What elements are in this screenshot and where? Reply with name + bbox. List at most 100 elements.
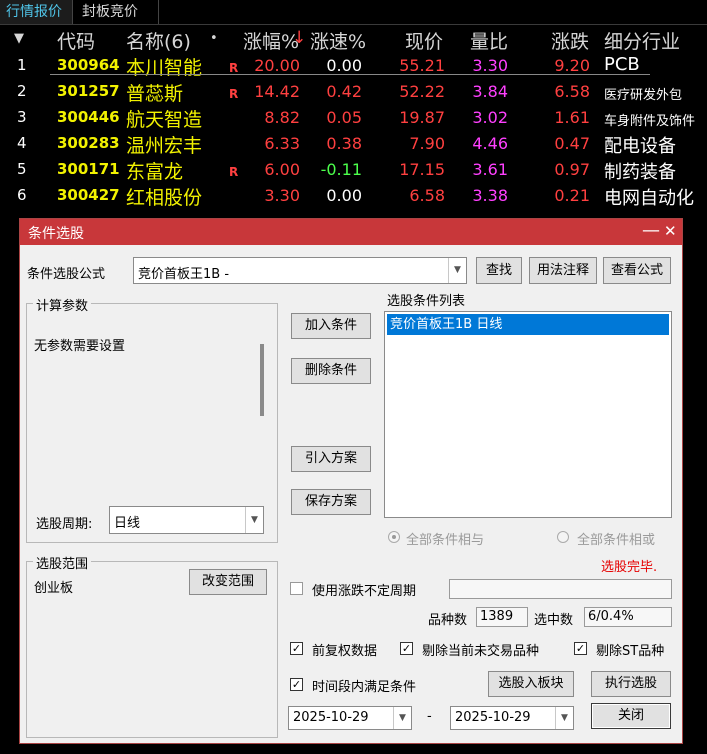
params-scrollbar[interactable]: [260, 344, 264, 416]
add-condition-button[interactable]: 加入条件: [291, 313, 371, 339]
dialog-title: 条件选股: [28, 226, 84, 242]
cell-price: 17.15: [399, 160, 445, 179]
cell-pct: 14.42: [254, 82, 300, 101]
header-volume-ratio[interactable]: 量比: [470, 27, 508, 54]
cell-ratio: 3.02: [472, 108, 508, 127]
header-dot: •: [210, 31, 218, 46]
quote-grid-header: ▼ 代码 名称(6) • 涨幅% ↓ 涨速% 现价 量比 涨跌 细分行业: [0, 25, 707, 53]
condition-list-item[interactable]: 竞价首板王1B 日线: [387, 314, 669, 335]
change-range-button[interactable]: 改变范围: [189, 569, 267, 595]
period-value: 日线: [114, 516, 141, 531]
exclude-untraded-label: 剔除当前未交易品种: [422, 644, 540, 659]
stock-name: 航天智造: [126, 109, 203, 131]
cell-speed: 0.05: [326, 108, 362, 127]
period-label: 选股周期:: [36, 517, 93, 532]
radio-all-and-label: 全部条件相与: [406, 533, 485, 548]
adjust-checkbox[interactable]: ✓: [290, 642, 303, 655]
industry-label: 医疗研发外包: [604, 88, 683, 103]
industry-label: 电网自动化: [604, 188, 694, 209]
row-index: 6: [17, 186, 27, 204]
sort-desc-icon: ↓: [292, 28, 307, 48]
table-row[interactable]: 2 301257 普蕊斯 R 14.42 0.42 52.22 3.84 6.58 医疗研发外包: [0, 79, 707, 105]
cell-price: 6.58: [409, 186, 445, 205]
period-dropdown-icon[interactable]: ▼: [245, 507, 263, 533]
row-index: 2: [17, 82, 27, 100]
cell-price: 7.90: [409, 134, 445, 153]
table-row[interactable]: 1 300964 本川智能 R 20.00 0.00 55.21 3.30 9.20 PCB: [0, 53, 707, 79]
cell-ratio: 3.38: [472, 186, 508, 205]
margin-flag-badge: R: [229, 61, 239, 75]
selected-row-underline: [50, 74, 650, 75]
close-icon[interactable]: ✕: [664, 222, 677, 240]
header-name[interactable]: 名称(6): [126, 27, 191, 54]
delete-condition-button[interactable]: 删除条件: [291, 358, 371, 384]
cell-speed: 0.00: [326, 56, 362, 75]
table-row[interactable]: 3 300446 航天智造 8.82 0.05 19.87 3.02 1.61 车身附件及饰件: [0, 105, 707, 131]
cell-change: 6.58: [554, 82, 590, 101]
stock-name: 普蕊斯: [126, 83, 184, 105]
cell-pct: 8.82: [264, 108, 300, 127]
stock-name: 红相股份: [126, 187, 203, 209]
header-speed[interactable]: 涨速%: [310, 27, 366, 54]
cell-pct: 6.00: [264, 160, 300, 179]
table-row[interactable]: 5 300171 东富龙 R 6.00 -0.11 17.15 3.61 0.97 制药装备: [0, 157, 707, 183]
header-code[interactable]: 代码: [57, 27, 95, 54]
tab-quotes[interactable]: 行情报价: [0, 0, 73, 24]
stock-name: 东富龙: [126, 161, 184, 183]
date-from-picker[interactable]: 2025-10-29 ▼: [288, 706, 412, 730]
dialog-titlebar[interactable]: 条件选股 — ✕: [20, 219, 682, 245]
adjust-label: 前复权数据: [312, 644, 378, 659]
formula-combo[interactable]: 竞价首板王1B - ▼: [133, 257, 467, 284]
stock-code: 300427: [57, 186, 120, 204]
formula-label: 条件选股公式: [27, 267, 106, 282]
view-formula-button[interactable]: 查看公式: [603, 257, 671, 284]
row-index: 5: [17, 160, 27, 178]
header-industry[interactable]: 细分行业: [604, 27, 680, 54]
cell-change: 9.20: [554, 56, 590, 75]
row-index: 4: [17, 134, 27, 152]
uncertain-period-checkbox[interactable]: [290, 582, 303, 595]
sort-menu-icon[interactable]: ▼: [14, 31, 24, 46]
industry-label: 制药装备: [604, 162, 676, 183]
conditions-listbox[interactable]: 竞价首板王1B 日线: [384, 311, 672, 518]
date-to-value: 2025-10-29: [455, 710, 531, 725]
date-from-value: 2025-10-29: [293, 710, 369, 725]
cell-ratio: 3.61: [472, 160, 508, 179]
radio-all-and[interactable]: [388, 531, 400, 543]
industry-label: 车身附件及饰件: [604, 114, 696, 129]
import-plan-button[interactable]: 引入方案: [291, 446, 371, 472]
radio-all-or[interactable]: [557, 531, 569, 543]
close-button[interactable]: 关闭: [591, 703, 671, 729]
table-row[interactable]: 4 300283 温州宏丰 6.33 0.38 7.90 4.46 0.47 配电设备: [0, 131, 707, 157]
execute-screen-button[interactable]: 执行选股: [591, 671, 671, 697]
find-button[interactable]: 查找: [476, 257, 522, 284]
date-from-dropdown-icon[interactable]: ▼: [393, 707, 411, 729]
add-to-block-button[interactable]: 选股入板块: [488, 671, 574, 697]
margin-flag-badge: R: [229, 165, 239, 179]
header-price[interactable]: 现价: [405, 27, 443, 54]
header-change-pct[interactable]: 涨幅%: [243, 27, 299, 54]
table-row[interactable]: 6 300427 红相股份 3.30 0.00 6.58 3.38 0.21 电网自动化: [0, 183, 707, 209]
usage-notes-button[interactable]: 用法注释: [529, 257, 597, 284]
exclude-st-checkbox[interactable]: ✓: [574, 642, 587, 655]
radio-all-or-label: 全部条件相或: [577, 533, 656, 548]
period-satisfy-checkbox[interactable]: ✓: [290, 678, 303, 691]
save-plan-button[interactable]: 保存方案: [291, 489, 371, 515]
cell-speed: 0.42: [326, 82, 362, 101]
stock-name: 本川智能: [126, 57, 203, 79]
params-text: 无参数需要设置: [34, 339, 126, 354]
exclude-untraded-checkbox[interactable]: ✓: [400, 642, 413, 655]
selected-label: 选中数: [534, 613, 574, 628]
stock-code: 301257: [57, 82, 120, 100]
uncertain-period-field[interactable]: [449, 579, 672, 599]
header-change[interactable]: 涨跌: [551, 27, 589, 54]
cell-change: 0.21: [554, 186, 590, 205]
date-to-picker[interactable]: 2025-10-29 ▼: [450, 706, 574, 730]
period-combo[interactable]: 日线 ▼: [109, 506, 264, 534]
formula-dropdown-icon[interactable]: ▼: [448, 258, 466, 283]
tab-limit-auction[interactable]: 封板竞价: [76, 0, 159, 24]
minimize-icon[interactable]: —: [642, 220, 660, 241]
condition-screen-dialog: 条件选股 — ✕ 条件选股公式 竞价首板王1B - ▼ 查找 用法注释 查看公式…: [19, 218, 683, 744]
cell-speed: -0.11: [320, 160, 362, 179]
date-to-dropdown-icon[interactable]: ▼: [555, 707, 573, 729]
